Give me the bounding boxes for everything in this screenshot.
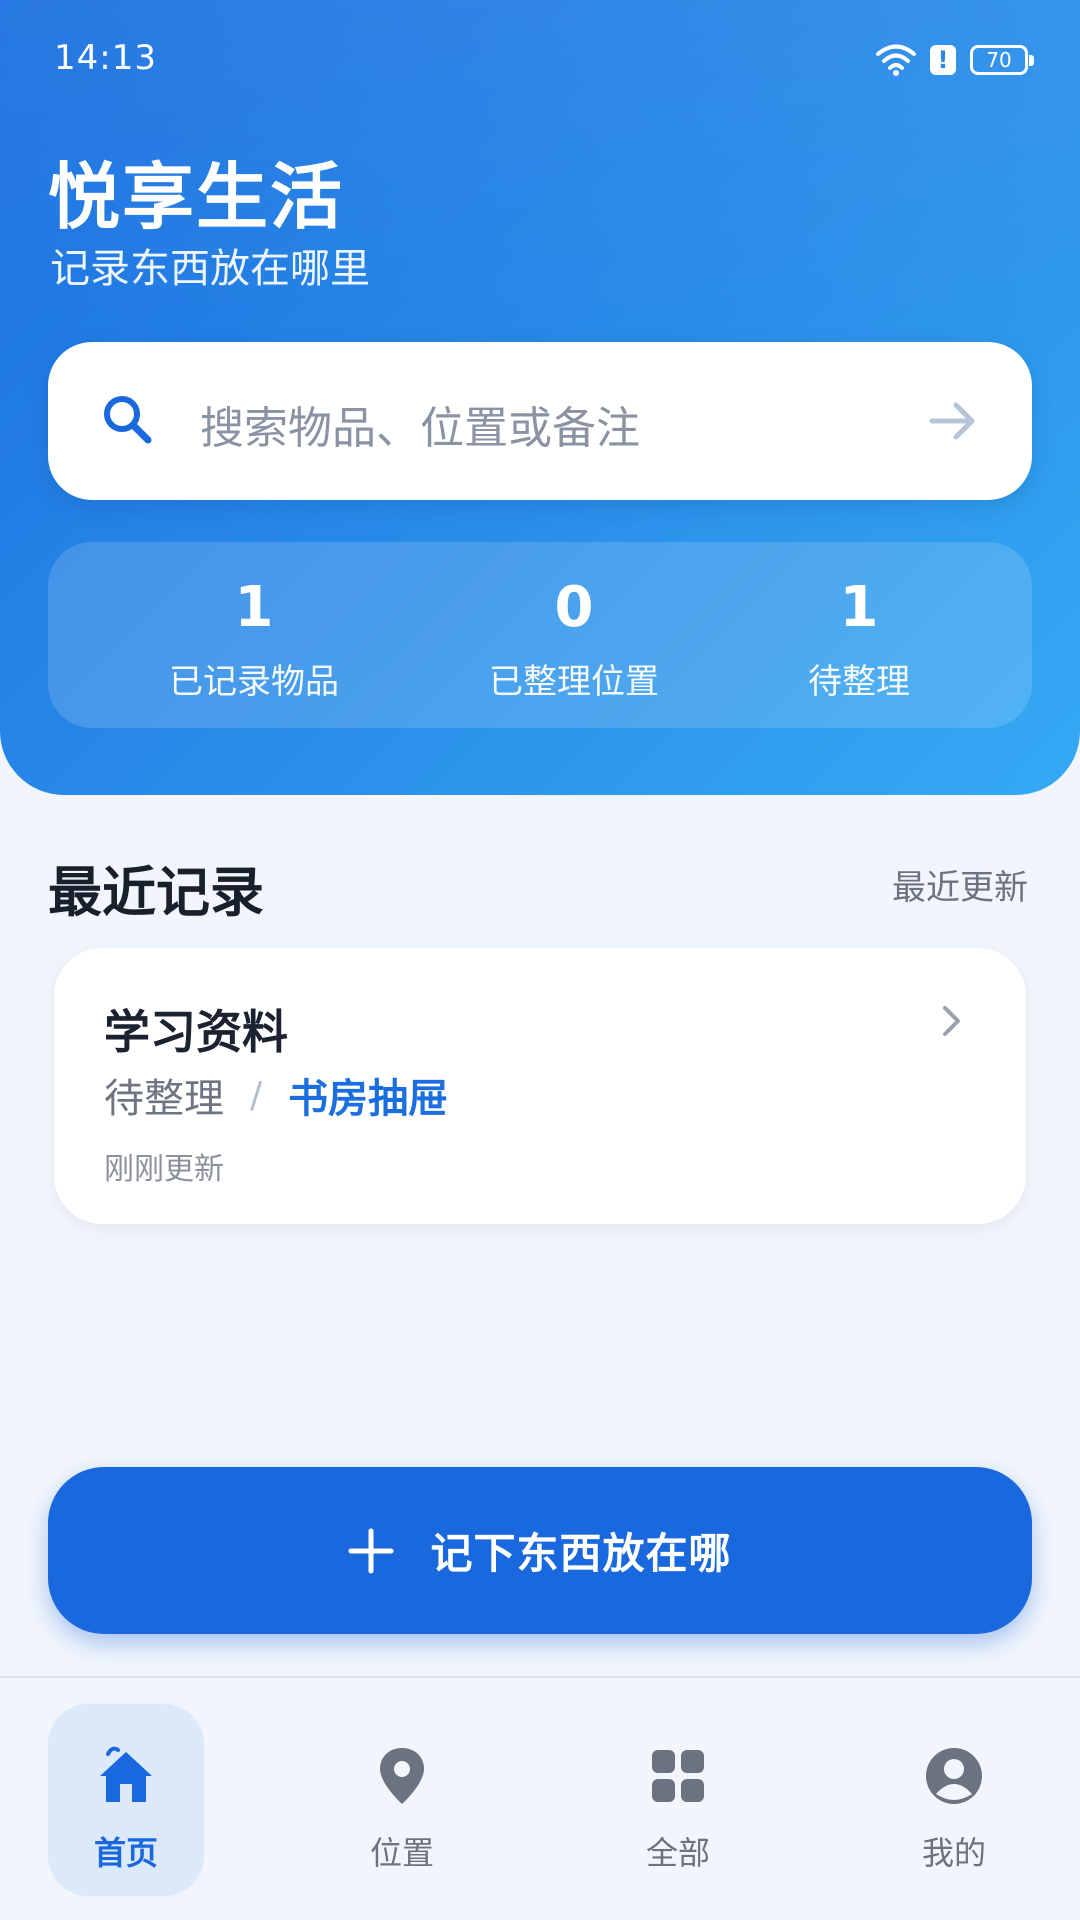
record-updated-time: 刚刚更新 (104, 1152, 224, 1187)
stat-value: 0 (554, 575, 594, 640)
nav-label: 位置 (369, 1834, 434, 1872)
battery-icon: 70 (970, 45, 1034, 75)
stat-recorded-items[interactable]: 1 已记录物品 (166, 580, 342, 703)
stat-value: 1 (234, 575, 274, 640)
section-title: 最近记录 (48, 861, 264, 924)
location-pin-icon (380, 1748, 424, 1804)
bottom-nav: 首页 位置 全部 我的 (0, 1676, 1080, 1920)
header: 14:13 ! 70 悦享生活 记录东西放在哪里 搜索物品、位置或备注 1 已记… (0, 0, 1080, 795)
nav-home[interactable]: 首页 (48, 1704, 204, 1896)
nav-label: 全部 (645, 1834, 710, 1872)
nav-label: 我的 (921, 1834, 986, 1872)
battery-level: 70 (986, 48, 1012, 72)
profile-icon (926, 1748, 982, 1804)
grid-icon (652, 1750, 704, 1802)
search-bar[interactable]: 搜索物品、位置或备注 (48, 342, 1032, 500)
nav-profile[interactable]: 我的 (876, 1704, 1032, 1896)
search-icon (104, 396, 152, 444)
stat-label: 已记录物品 (169, 662, 339, 702)
arrow-right-icon[interactable] (926, 394, 980, 448)
nav-label: 首页 (93, 1834, 158, 1872)
add-record-button[interactable]: 记下东西放在哪 (48, 1467, 1032, 1634)
add-record-label: 记下东西放在哪 (430, 1529, 732, 1578)
record-path: 待整理 / 书房抽屉 (104, 1066, 448, 1124)
status-icons: ! 70 (876, 40, 1034, 80)
nav-location[interactable]: 位置 (324, 1704, 480, 1896)
nav-all[interactable]: 全部 (600, 1704, 756, 1896)
sort-recent-updated[interactable]: 最近更新 (892, 860, 1028, 909)
stat-organized-locations[interactable]: 0 已整理位置 (486, 580, 662, 703)
plus-icon (348, 1528, 394, 1573)
app-title: 悦享生活 (48, 155, 345, 239)
record-separator: / (250, 1074, 263, 1116)
stat-pending[interactable]: 1 待整理 (798, 580, 920, 703)
search-input[interactable]: 搜索物品、位置或备注 (200, 392, 640, 456)
record-card[interactable]: 学习资料 待整理 / 书房抽屉 刚刚更新 (54, 948, 1026, 1224)
stat-value: 1 (839, 575, 879, 640)
stat-label: 已整理位置 (489, 662, 659, 702)
stats-panel: 1 已记录物品 0 已整理位置 1 待整理 (48, 542, 1032, 728)
app-subtitle: 记录东西放在哪里 (50, 246, 370, 292)
alert-icon: ! (930, 45, 956, 75)
status-bar: 14:13 ! 70 (0, 0, 1080, 118)
record-name: 学习资料 (104, 1005, 288, 1059)
record-status: 待整理 (104, 1076, 224, 1122)
record-location: 书房抽屉 (288, 1076, 449, 1122)
stat-label: 待整理 (808, 662, 910, 702)
home-icon (100, 1746, 152, 1802)
status-time: 14:13 (54, 38, 157, 78)
wifi-icon (876, 44, 916, 76)
chevron-right-icon (943, 1006, 960, 1036)
